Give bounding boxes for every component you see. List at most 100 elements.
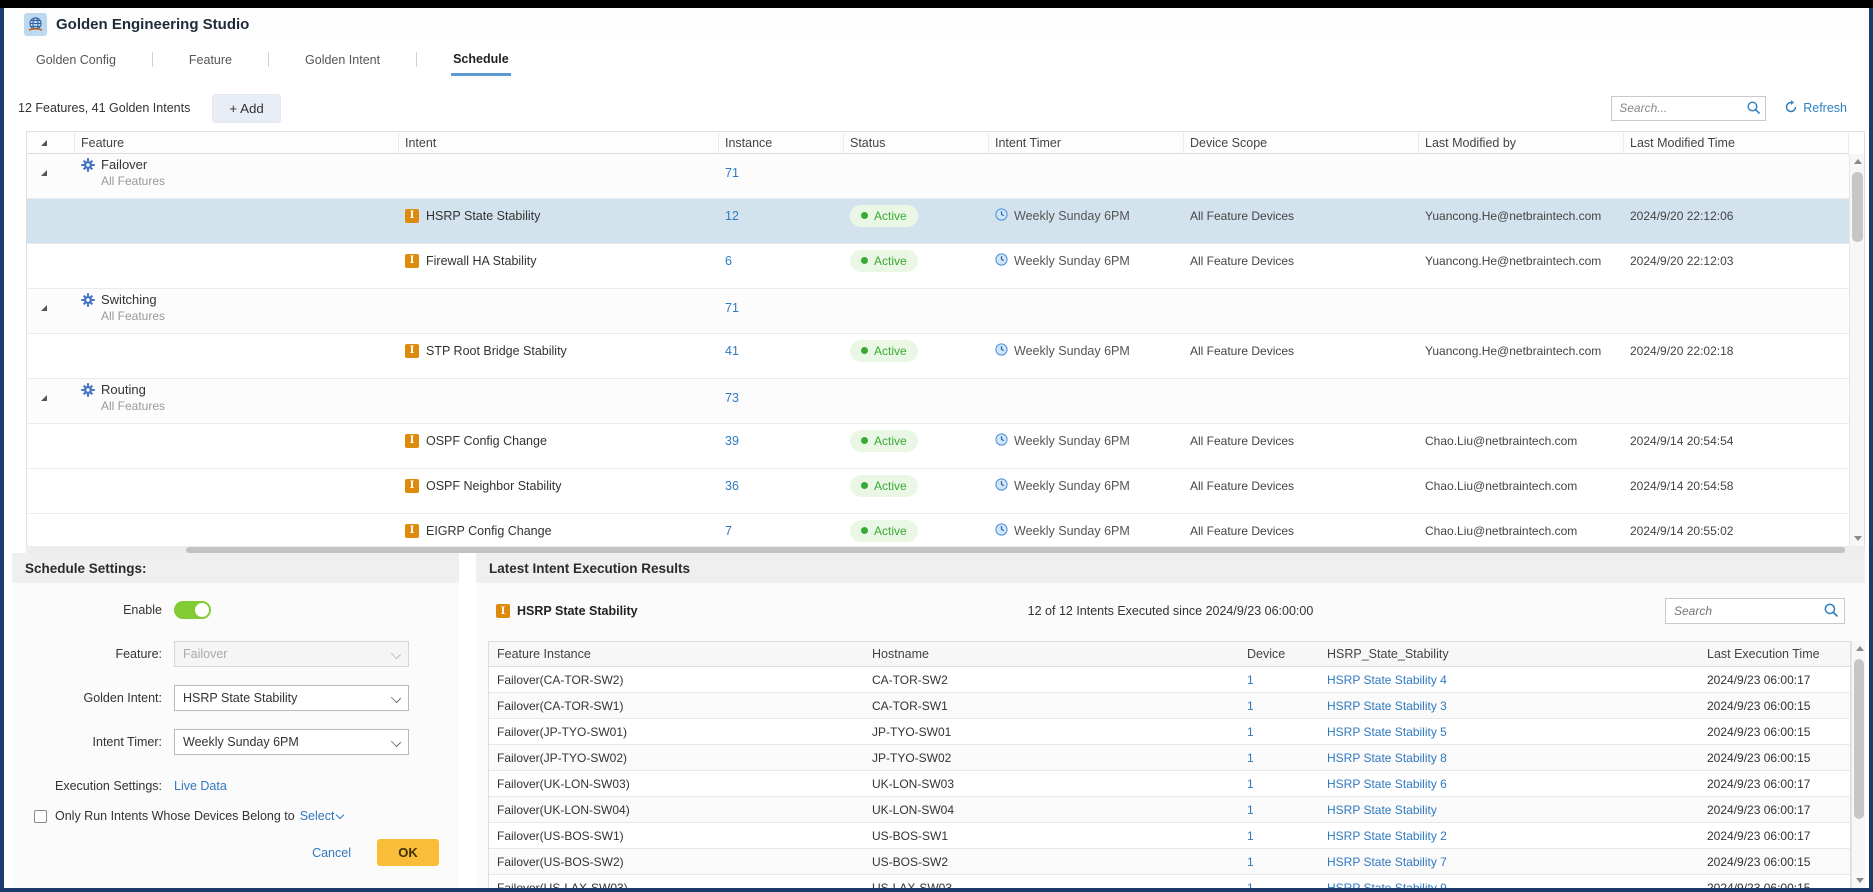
tab-golden-intent[interactable]: Golden Intent bbox=[303, 44, 382, 74]
grid-search-input[interactable] bbox=[1611, 96, 1766, 121]
results-table: Feature InstanceHostnameDeviceHSRP_State… bbox=[488, 641, 1851, 888]
scrollbar-thumb[interactable] bbox=[1852, 172, 1863, 242]
table-row[interactable]: IEIGRP Config Change7ActiveWeekly Sunday… bbox=[27, 514, 1849, 546]
intent-timer-select[interactable]: Weekly Sunday 6PM bbox=[174, 729, 409, 755]
grid-column-header[interactable]: Instance bbox=[719, 132, 844, 153]
schedule-settings-title: Schedule Settings: bbox=[12, 553, 459, 583]
expander-cell[interactable] bbox=[27, 154, 75, 192]
instance-link[interactable]: 73 bbox=[725, 391, 739, 405]
ok-button[interactable]: OK bbox=[377, 839, 439, 866]
select-link[interactable]: Select bbox=[300, 809, 344, 823]
tab-feature[interactable]: Feature bbox=[187, 44, 234, 74]
search-icon[interactable] bbox=[1746, 100, 1762, 119]
table-row[interactable]: Failover(CA-TOR-SW1)CA-TOR-SW11HSRP Stat… bbox=[489, 693, 1850, 719]
device-count-link[interactable]: 1 bbox=[1247, 751, 1254, 765]
device-count-link[interactable]: 1 bbox=[1247, 803, 1254, 817]
table-row[interactable]: Failover(JP-TYO-SW01)JP-TYO-SW011HSRP St… bbox=[489, 719, 1850, 745]
scrollbar-up-icon[interactable] bbox=[1852, 641, 1867, 656]
table-row[interactable]: IOSPF Neighbor Stability36ActiveWeekly S… bbox=[27, 469, 1849, 514]
instance-link[interactable]: 71 bbox=[725, 166, 739, 180]
cancel-button[interactable]: Cancel bbox=[312, 846, 351, 860]
table-row[interactable]: IOSPF Config Change39ActiveWeekly Sunday… bbox=[27, 424, 1849, 469]
grid-column-header[interactable]: Last Modified Time bbox=[1624, 132, 1849, 153]
instance-link[interactable]: 12 bbox=[725, 209, 739, 223]
table-row[interactable]: RoutingAll Features73 bbox=[27, 379, 1849, 424]
device-count-link[interactable]: 1 bbox=[1247, 725, 1254, 739]
search-icon[interactable] bbox=[1823, 602, 1840, 622]
feature-instance-cell: Failover(CA-TOR-SW2) bbox=[489, 667, 864, 692]
grid-column-header[interactable]: Status bbox=[844, 132, 989, 153]
device-count-link[interactable]: 1 bbox=[1247, 673, 1254, 687]
scrollbar-down-icon[interactable] bbox=[1852, 873, 1867, 888]
table-row[interactable]: Failover(US-LAX-SW03)US-LAX-SW031HSRP St… bbox=[489, 875, 1850, 888]
table-row[interactable]: Failover(US-BOS-SW2)US-BOS-SW21HSRP Stat… bbox=[489, 849, 1850, 875]
tab-golden-config[interactable]: Golden Config bbox=[34, 44, 118, 74]
instance-link[interactable]: 7 bbox=[725, 524, 732, 538]
expander-cell[interactable] bbox=[27, 379, 75, 417]
feature-cell bbox=[75, 334, 399, 367]
table-row[interactable]: IFirewall HA Stability6ActiveWeekly Sund… bbox=[27, 244, 1849, 289]
instance-link[interactable]: 71 bbox=[725, 301, 739, 315]
scrollbar-thumb[interactable] bbox=[1854, 659, 1864, 819]
hsrp-stability-link[interactable]: HSRP State Stability 6 bbox=[1327, 777, 1447, 791]
results-column-header[interactable]: Device bbox=[1239, 642, 1319, 666]
device-filter-checkbox[interactable] bbox=[34, 810, 47, 823]
results-search-input[interactable] bbox=[1665, 598, 1845, 624]
table-row[interactable]: Failover(UK-LON-SW03)UK-LON-SW031HSRP St… bbox=[489, 771, 1850, 797]
table-row[interactable]: Failover(US-BOS-SW1)US-BOS-SW11HSRP Stat… bbox=[489, 823, 1850, 849]
hsrp-stability-link[interactable]: HSRP State Stability 8 bbox=[1327, 751, 1447, 765]
device-cell: 1 bbox=[1239, 667, 1319, 692]
clock-icon bbox=[995, 478, 1008, 494]
expander-icon[interactable] bbox=[41, 170, 47, 176]
results-column-header[interactable]: HSRP_State_Stability bbox=[1319, 642, 1699, 666]
device-count-link[interactable]: 1 bbox=[1247, 881, 1254, 889]
scrollbar-down-icon[interactable] bbox=[1850, 531, 1865, 546]
device-count-link[interactable]: 1 bbox=[1247, 777, 1254, 791]
hsrp-stability-link[interactable]: HSRP State Stability 9 bbox=[1327, 881, 1447, 889]
tab-schedule[interactable]: Schedule bbox=[451, 43, 511, 76]
hsrp-stability-link[interactable]: HSRP State Stability 5 bbox=[1327, 725, 1447, 739]
table-row[interactable]: Failover(CA-TOR-SW2)CA-TOR-SW21HSRP Stat… bbox=[489, 667, 1850, 693]
instance-link[interactable]: 36 bbox=[725, 479, 739, 493]
results-vertical-scrollbar[interactable] bbox=[1851, 641, 1865, 888]
grid-column-header[interactable]: Intent Timer bbox=[989, 132, 1184, 153]
expand-all-header-cell[interactable] bbox=[27, 132, 75, 153]
device-count-link[interactable]: 1 bbox=[1247, 855, 1254, 869]
expand-all-icon[interactable] bbox=[41, 140, 47, 146]
enable-toggle[interactable] bbox=[174, 601, 211, 619]
results-column-header[interactable]: Feature Instance bbox=[489, 642, 864, 666]
golden-intent-select[interactable]: HSRP State Stability bbox=[174, 685, 409, 711]
add-button[interactable]: + Add bbox=[212, 94, 280, 123]
live-data-link[interactable]: Live Data bbox=[174, 779, 227, 793]
results-column-header[interactable]: Hostname bbox=[864, 642, 1239, 666]
hsrp-stability-link[interactable]: HSRP State Stability 2 bbox=[1327, 829, 1447, 843]
last-execution-time-cell: 2024/9/23 06:00:15 bbox=[1699, 849, 1850, 874]
table-row[interactable]: Failover(UK-LON-SW04)UK-LON-SW041HSRP St… bbox=[489, 797, 1850, 823]
scrollbar-up-icon[interactable] bbox=[1850, 154, 1865, 169]
hsrp-stability-link[interactable]: HSRP State Stability 7 bbox=[1327, 855, 1447, 869]
results-column-header[interactable]: Last Execution Time bbox=[1699, 642, 1850, 666]
hsrp-stability-link[interactable]: HSRP State Stability bbox=[1327, 803, 1437, 817]
expander-icon[interactable] bbox=[41, 395, 47, 401]
table-row[interactable]: ISTP Root Bridge Stability41ActiveWeekly… bbox=[27, 334, 1849, 379]
table-row[interactable]: IHSRP State Stability12ActiveWeekly Sund… bbox=[27, 199, 1849, 244]
expander-cell[interactable] bbox=[27, 289, 75, 327]
device-count-link[interactable]: 1 bbox=[1247, 829, 1254, 843]
instance-link[interactable]: 6 bbox=[725, 254, 732, 268]
grid-column-header[interactable]: Last Modified by bbox=[1419, 132, 1624, 153]
table-row[interactable]: SwitchingAll Features71 bbox=[27, 289, 1849, 334]
table-row[interactable]: FailoverAll Features71 bbox=[27, 154, 1849, 199]
grid-vertical-scrollbar[interactable] bbox=[1849, 154, 1864, 546]
table-row[interactable]: Failover(JP-TYO-SW02)JP-TYO-SW021HSRP St… bbox=[489, 745, 1850, 771]
grid-column-header[interactable]: Device Scope bbox=[1184, 132, 1419, 153]
hsrp-stability-link[interactable]: HSRP State Stability 4 bbox=[1327, 673, 1447, 687]
hsrp-stability-link[interactable]: HSRP State Stability 3 bbox=[1327, 699, 1447, 713]
instance-link[interactable]: 41 bbox=[725, 344, 739, 358]
expander-icon[interactable] bbox=[41, 305, 47, 311]
grid-column-header[interactable]: Intent bbox=[399, 132, 719, 153]
grid-column-header[interactable]: Feature bbox=[75, 132, 399, 153]
device-count-link[interactable]: 1 bbox=[1247, 699, 1254, 713]
instance-link[interactable]: 39 bbox=[725, 434, 739, 448]
refresh-button[interactable]: Refresh bbox=[1784, 100, 1847, 117]
schedule-settings-panel: Schedule Settings: Enable Feature: Failo… bbox=[12, 553, 459, 888]
